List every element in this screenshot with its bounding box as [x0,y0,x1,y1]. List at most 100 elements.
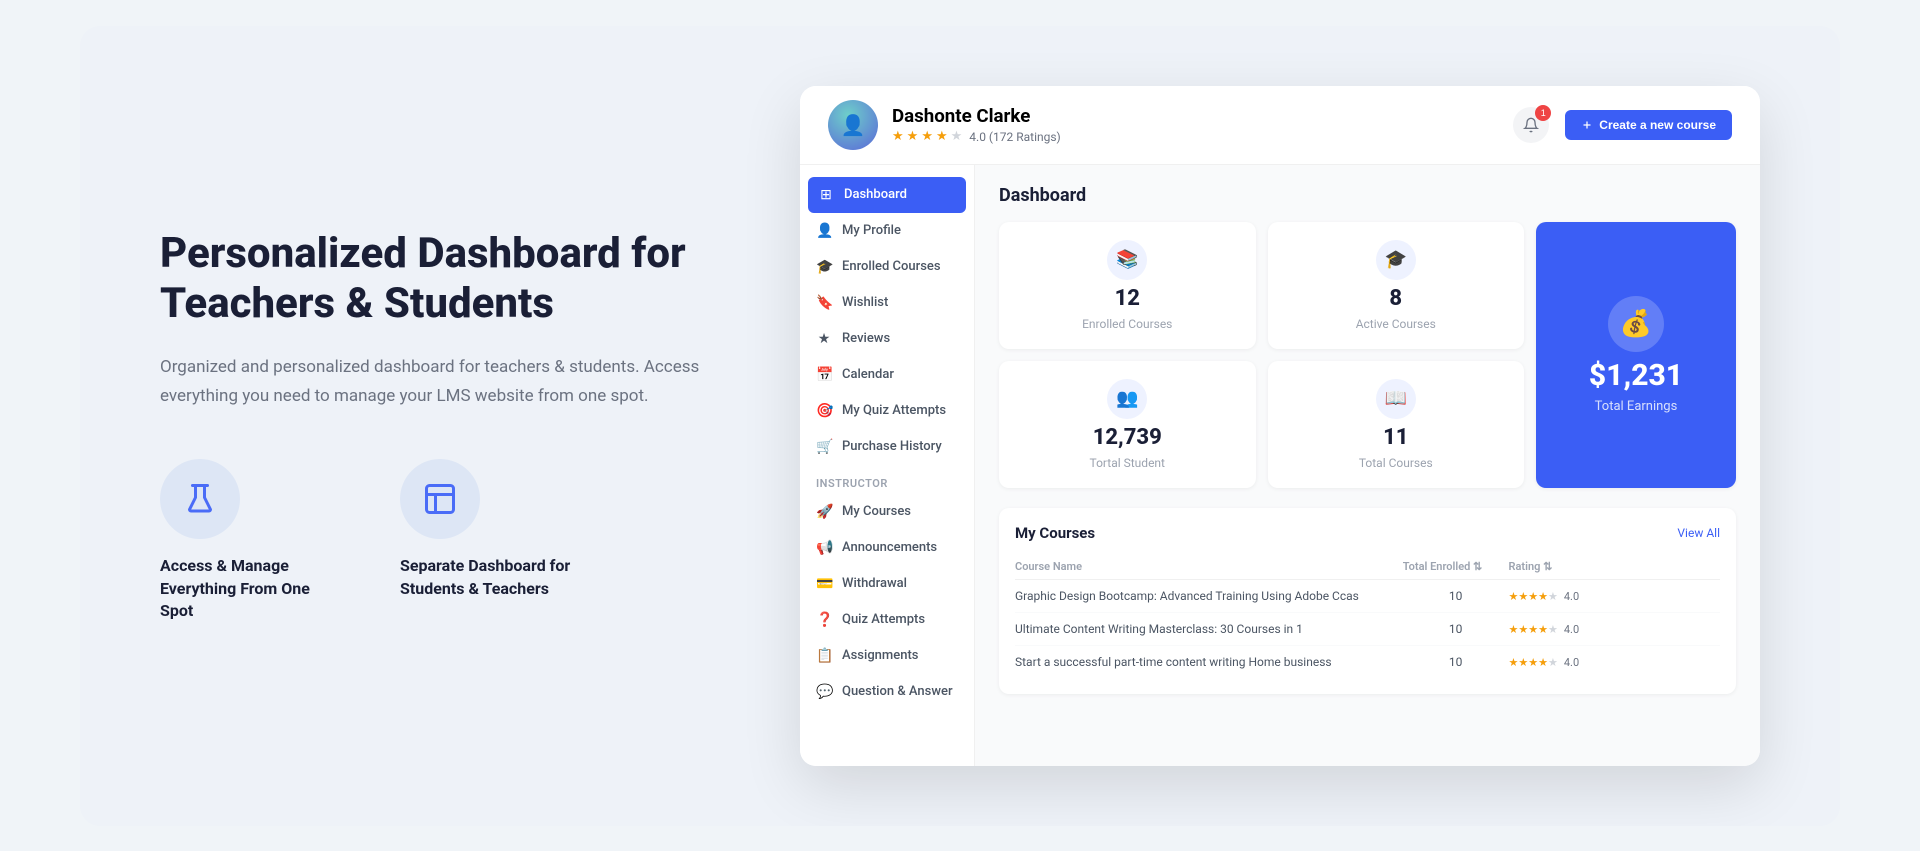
sidebar-qa-label: Question & Answer [842,684,953,699]
earnings-number: $1,231 [1589,358,1683,393]
stat-total-courses: 📖 11 Total Courses [1268,361,1525,488]
outer-container: Personalized Dashboard for Teachers & St… [80,26,1840,826]
course-rating-value: 4.0 [1564,656,1579,669]
user-rating: ★ ★ ★ ★ ★ 4.0 (172 Ratings) [892,129,1061,144]
notification-badge: 1 [1535,105,1551,121]
enrolled-stat-icon: 📚 [1107,240,1147,280]
sidebar-item-withdrawal[interactable]: 💳 Withdrawal [800,566,974,602]
earnings-stat-icon: 💰 [1608,296,1664,352]
stats-grid: 📚 12 Enrolled Courses 🎓 8 Active Courses [999,222,1736,488]
course-enrolled-cell: 10 [1403,579,1509,612]
course-name-cell: Graphic Design Bootcamp: Advanced Traini… [1015,579,1403,612]
dashboard-icon: ⊞ [818,187,834,203]
dashboard-header: 👤 Dashonte Clarke ★ ★ ★ ★ ★ 4.0 (172 Rat… [800,86,1760,165]
feature-access-label: Access & Manage Everything From One Spot [160,555,340,622]
sidebar-item-quiz[interactable]: 🎯 My Quiz Attempts [800,393,974,429]
notification-button[interactable]: 1 [1513,107,1549,143]
user-name: Dashonte Clarke [892,105,1061,127]
star-5: ★ [951,129,963,144]
star-3: ★ [921,129,933,144]
stat-active: 🎓 8 Active Courses [1268,222,1525,349]
course-star-2: ★ [1518,590,1528,603]
enrolled-icon: 🎓 [816,259,832,275]
courses-section-header: My Courses View All [1015,524,1720,542]
sidebar-profile-label: My Profile [842,223,901,238]
total-courses-label: Total Courses [1359,456,1433,470]
feature-separate-icon-wrap [400,459,480,539]
create-course-button[interactable]: Create a new course [1565,110,1732,140]
sidebar-announcements-label: Announcements [842,540,937,555]
my-courses-section: My Courses View All Course Name [999,508,1736,694]
sidebar-item-qa[interactable]: 💬 Question & Answer [800,674,974,710]
earnings-label: Total Earnings [1595,399,1678,414]
calendar-icon: 📅 [816,367,832,383]
hero-title: Personalized Dashboard for Teachers & St… [160,229,720,330]
sidebar-item-assignments[interactable]: 📋 Assignments [800,638,974,674]
sidebar-my-courses-label: My Courses [842,504,911,519]
sidebar-item-dashboard[interactable]: ⊞ Dashboard [808,177,966,213]
course-rating-value: 4.0 [1564,623,1579,636]
sidebar-dashboard-label: Dashboard [844,187,907,202]
announcements-icon: 📢 [816,540,832,556]
sidebar-item-my-courses[interactable]: 🚀 My Courses [800,494,974,530]
sidebar-purchase-label: Purchase History [842,439,942,454]
sidebar-item-quiz-inst[interactable]: ❓ Quiz Attempts [800,602,974,638]
stat-enrolled: 📚 12 Enrolled Courses [999,222,1256,349]
course-name-cell: Ultimate Content Writing Masterclass: 30… [1015,612,1403,645]
course-enrolled-cell: 10 [1403,612,1509,645]
course-star-4: ★ [1538,623,1548,636]
feature-access: Access & Manage Everything From One Spot [160,459,340,622]
stat-earnings: 💰 $1,231 Total Earnings [1536,222,1736,488]
table-row: Start a successful part-time content wri… [1015,645,1720,678]
sidebar-item-profile[interactable]: 👤 My Profile [800,213,974,249]
layout-icon [422,481,458,517]
students-label: Tortal Student [1090,456,1165,470]
course-rating-value: 4.0 [1564,590,1579,603]
table-row: Graphic Design Bootcamp: Advanced Traini… [1015,579,1720,612]
avatar: 👤 [828,100,878,150]
sidebar-item-purchase[interactable]: 🛒 Purchase History [800,429,974,465]
star-1: ★ [892,129,904,144]
quiz-icon: 🎯 [816,403,832,419]
sidebar-quiz-inst-label: Quiz Attempts [842,612,925,627]
sidebar-item-wishlist[interactable]: 🔖 Wishlist [800,285,974,321]
courses-section-title: My Courses [1015,524,1095,542]
course-star-5: ★ [1548,656,1558,669]
star-2: ★ [907,129,919,144]
reviews-icon: ★ [816,331,832,347]
course-star-4: ★ [1538,590,1548,603]
course-rating-cell: ★★★★★ 4.0 [1509,579,1721,612]
purchase-icon: 🛒 [816,439,832,455]
col-header-name: Course Name [1015,554,1403,580]
stat-students: 👥 12,739 Tortal Student [999,361,1256,488]
total-courses-number: 11 [1383,425,1408,450]
active-stat-icon: 🎓 [1376,240,1416,280]
qa-icon: 💬 [816,684,832,700]
course-star-3: ★ [1528,656,1538,669]
left-panel: Personalized Dashboard for Teachers & St… [160,229,720,623]
sidebar-item-enrolled[interactable]: 🎓 Enrolled Courses [800,249,974,285]
course-rating-cell: ★★★★★ 4.0 [1509,645,1721,678]
students-number: 12,739 [1093,425,1162,450]
total-courses-stat-icon: 📖 [1376,379,1416,419]
hero-description: Organized and personalized dashboard for… [160,353,720,411]
sidebar-item-announcements[interactable]: 📢 Announcements [800,530,974,566]
course-rating-cell: ★★★★★ 4.0 [1509,612,1721,645]
feature-access-icon-wrap [160,459,240,539]
course-star-1: ★ [1509,623,1519,636]
sidebar-wishlist-label: Wishlist [842,295,888,310]
sidebar-calendar-label: Calendar [842,367,894,382]
courses-table: Course Name Total Enrolled ⇅ Rating ⇅ [1015,554,1720,678]
sidebar: ⊞ Dashboard 👤 My Profile 🎓 Enrolled Cour… [800,165,975,766]
user-details: Dashonte Clarke ★ ★ ★ ★ ★ 4.0 (172 Ratin… [892,105,1061,144]
view-all-link[interactable]: View All [1677,526,1720,540]
flask-icon [182,481,218,517]
enrolled-number: 12 [1115,286,1140,311]
sidebar-item-reviews[interactable]: ★ Reviews [800,321,974,357]
dashboard-mockup: 👤 Dashonte Clarke ★ ★ ★ ★ ★ 4.0 (172 Rat… [800,86,1760,766]
rating-count: 4.0 (172 Ratings) [969,130,1060,144]
sidebar-item-calendar[interactable]: 📅 Calendar [800,357,974,393]
course-star-4: ★ [1538,656,1548,669]
main-content: Dashboard 📚 12 Enrolled Courses 🎓 8 [975,165,1760,766]
main-title: Dashboard [999,185,1736,206]
